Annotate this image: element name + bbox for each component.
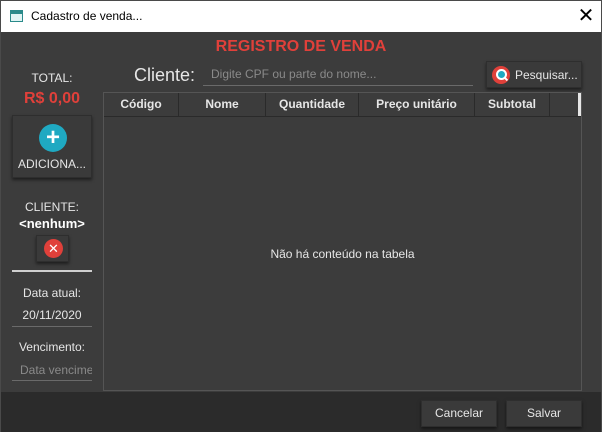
- plus-icon: +: [39, 124, 67, 152]
- title-bar: Cadastro de venda... ✕: [1, 1, 601, 32]
- save-button[interactable]: Salvar: [506, 400, 582, 427]
- footer-bar: Cancelar Salvar: [1, 392, 601, 432]
- search-button[interactable]: Pesquisar...: [486, 61, 582, 88]
- table-empty-message: Não há conteúdo na tabela: [270, 247, 415, 261]
- client-search-input[interactable]: [203, 63, 473, 86]
- table-scroll-corner: [578, 93, 581, 116]
- items-table[interactable]: Código Nome Quantidade Preço unitário Su…: [103, 92, 582, 391]
- current-date-underline: [12, 326, 92, 327]
- add-item-button[interactable]: + ADICIONA...: [12, 115, 92, 178]
- total-label: TOTAL:: [31, 71, 73, 85]
- total-value: R$ 0,00: [23, 90, 81, 107]
- sidebar-divider: [12, 270, 92, 272]
- column-header-subtotal[interactable]: Subtotal: [475, 93, 550, 116]
- client-label: CLIENTE:: [24, 200, 79, 214]
- add-item-label: ADICIONA...: [17, 157, 86, 171]
- remove-icon: ✕: [44, 239, 63, 258]
- column-header-unit-price[interactable]: Preço unitário: [359, 93, 475, 116]
- cancel-button[interactable]: Cancelar: [421, 400, 497, 427]
- table-header: Código Nome Quantidade Preço unitário Su…: [104, 93, 581, 117]
- remove-client-button[interactable]: ✕: [36, 235, 69, 262]
- due-date-label: Vencimento:: [18, 340, 86, 354]
- client-search-label: Cliente:: [134, 65, 196, 85]
- client-value: <nenhum>: [19, 216, 85, 231]
- app-window-icon: [10, 10, 23, 22]
- sales-registration-window: Cadastro de venda... ✕ REGISTRO DE VENDA…: [0, 0, 602, 432]
- close-icon[interactable]: ✕: [570, 4, 602, 30]
- search-button-label: Pesquisar...: [515, 68, 578, 82]
- window-title: Cadastro de venda...: [31, 9, 143, 23]
- column-header-quantity[interactable]: Quantidade: [266, 93, 359, 116]
- due-date-field[interactable]: [12, 359, 92, 381]
- column-header-code[interactable]: Código: [104, 93, 179, 116]
- column-header-name[interactable]: Nome: [179, 93, 266, 116]
- page-title: REGISTRO DE VENDA: [215, 38, 387, 55]
- search-icon: [492, 66, 510, 84]
- current-date-value: 20/11/2020: [22, 308, 82, 322]
- current-date-label: Data atual:: [22, 286, 82, 300]
